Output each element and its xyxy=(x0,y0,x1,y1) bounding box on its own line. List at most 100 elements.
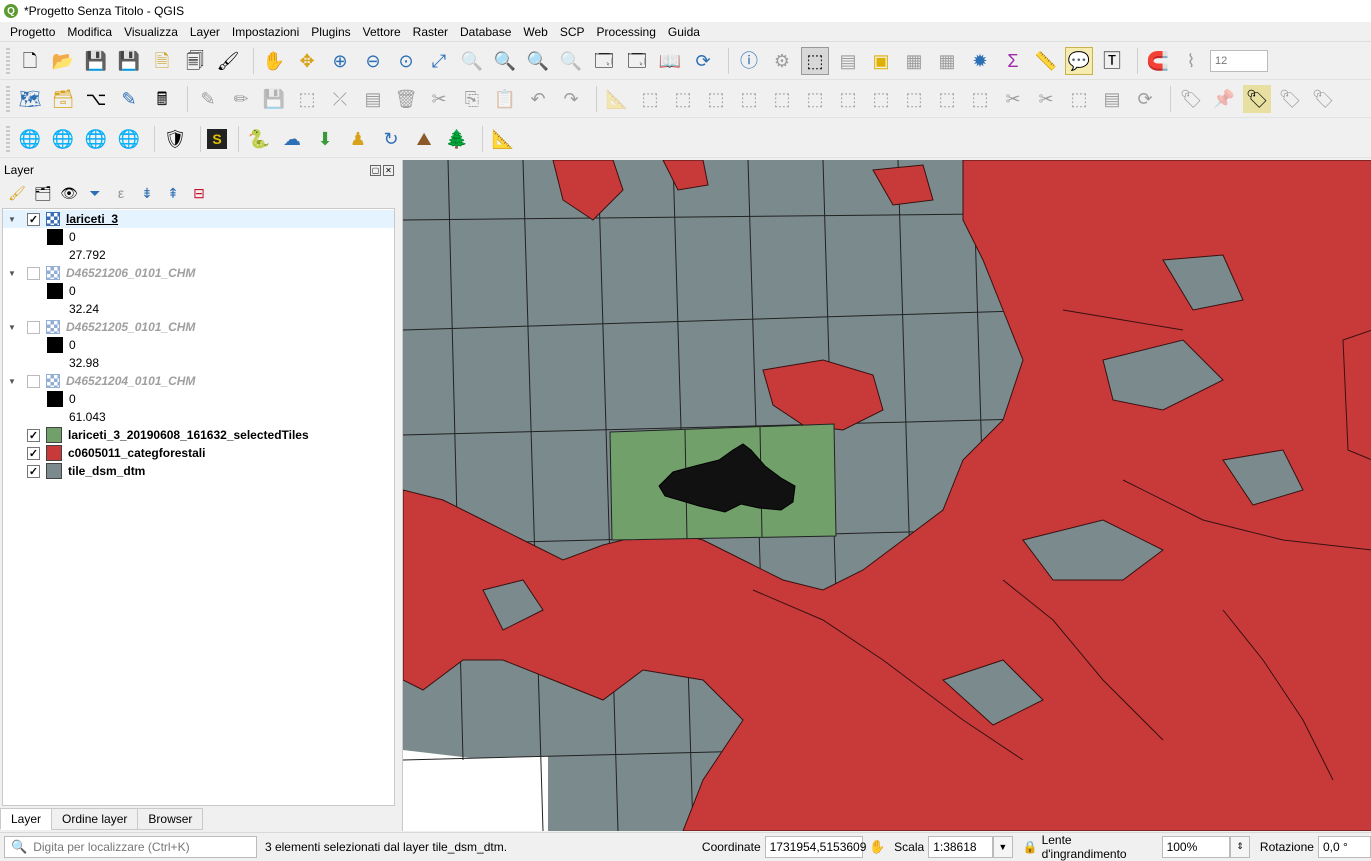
new-project-icon[interactable]: 🗋 xyxy=(16,47,44,75)
digitize-shape-icon[interactable]: 📐 xyxy=(603,85,631,113)
menu-vettore[interactable]: Vettore xyxy=(357,25,407,39)
save-edits-icon[interactable]: 💾 xyxy=(260,85,288,113)
scp-icon[interactable]: S xyxy=(207,128,227,149)
zoom-to-layer-icon[interactable]: 🔍 xyxy=(491,47,519,75)
magnifier-spin-icon[interactable]: ⇕ xyxy=(1230,835,1250,858)
layer-visibility-checkbox[interactable]: ✓ xyxy=(27,446,40,460)
pin-labels-icon[interactable]: 📌 xyxy=(1210,85,1238,113)
field-calculator-icon[interactable]: ▦ xyxy=(933,47,961,75)
temporal-controller-icon[interactable]: 🗔 xyxy=(623,47,651,75)
filter-legend-icon[interactable]: ⏷ xyxy=(84,182,106,204)
copy-features-icon[interactable]: ⎘ xyxy=(458,85,486,113)
add-ring-icon[interactable]: ⬚ xyxy=(735,85,763,113)
offset-curve-icon[interactable]: ⬚ xyxy=(933,85,961,113)
zoom-native-icon[interactable]: ⊙ xyxy=(392,47,420,75)
collapse-arrow-icon[interactable]: ▼ xyxy=(8,215,20,224)
extents-toggle-icon[interactable]: ✋ xyxy=(867,836,889,858)
paste-features-icon[interactable]: 📋 xyxy=(491,85,519,113)
new-layer-icon[interactable]: 🗃 xyxy=(49,85,77,113)
move-feature-icon[interactable]: ⬚ xyxy=(636,85,664,113)
add-group-icon[interactable]: 🗂 xyxy=(32,182,54,204)
menu-layer[interactable]: Layer xyxy=(184,25,226,39)
menu-processing[interactable]: Processing xyxy=(591,25,662,39)
menu-plugins[interactable]: Plugins xyxy=(305,25,356,39)
scale-dropdown-icon[interactable]: ▼ xyxy=(992,835,1013,858)
plugin-terrain-icon[interactable]: ⛰ xyxy=(410,125,438,153)
attribute-table-icon[interactable]: ▦ xyxy=(900,47,928,75)
zoom-in-icon[interactable]: ⊕ xyxy=(326,47,354,75)
add-vertex-layer-icon[interactable]: ⌥ xyxy=(82,85,110,113)
cut-features-icon[interactable]: ✂ xyxy=(425,85,453,113)
menu-database[interactable]: Database xyxy=(454,25,517,39)
layer-visibility-checkbox[interactable] xyxy=(27,374,40,388)
zoom-to-selection-icon[interactable]: 🔍 xyxy=(458,47,486,75)
plugin-ruler-icon[interactable]: 📐 xyxy=(489,125,517,153)
reshape-icon[interactable]: ⬚ xyxy=(900,85,928,113)
layer-visibility-checkbox[interactable]: ✓ xyxy=(27,212,40,226)
map-canvas[interactable] xyxy=(402,160,1371,831)
tab-browser[interactable]: Browser xyxy=(137,808,204,830)
layer-row-d46521206[interactable]: ▼ D46521206_0101_CHM xyxy=(3,264,394,282)
map-tips-icon[interactable]: 💬 xyxy=(1065,46,1093,75)
select-features-icon[interactable]: ⬚ xyxy=(801,46,829,75)
select-by-value-icon[interactable]: ▤ xyxy=(834,47,862,75)
layer-labeling-icon[interactable]: 🏷 xyxy=(1243,84,1271,113)
rotate-point-icon[interactable]: ⟳ xyxy=(1131,85,1159,113)
globe-green-icon[interactable]: 🌐 xyxy=(16,125,44,153)
collapse-all-icon[interactable]: ⇞ xyxy=(162,182,184,204)
manage-visibility-icon[interactable]: 👁 xyxy=(58,182,80,204)
rotation-field[interactable]: 0,0 ° xyxy=(1317,835,1371,858)
plugin-green-arrow-icon[interactable]: ⬇ xyxy=(311,125,339,153)
layer-row-selected-tiles[interactable]: ✓ lariceti_3_20190608_161632_selectedTil… xyxy=(3,426,394,444)
plugin-refresh-icon[interactable]: ↻ xyxy=(377,125,405,153)
gps-icon[interactable]: 🖩 xyxy=(148,85,176,113)
open-project-icon[interactable]: 📂 xyxy=(49,47,77,75)
menu-visualizza[interactable]: Visualizza xyxy=(118,25,184,39)
lock-icon[interactable]: 🔒 xyxy=(1023,840,1038,854)
pan-to-selection-icon[interactable]: ✥ xyxy=(293,47,321,75)
float-panel-icon[interactable]: ▢ xyxy=(370,164,381,176)
remove-layer-icon[interactable]: ⊟ xyxy=(188,182,210,204)
layer-row-d46521204[interactable]: ▼ D46521204_0101_CHM xyxy=(3,372,394,390)
collapse-arrow-icon[interactable]: ▼ xyxy=(8,269,20,278)
rotate-label-icon[interactable]: 🏷 xyxy=(1309,85,1337,113)
toggle-editing-icon[interactable]: ✏ xyxy=(227,85,255,113)
statistical-summary-icon[interactable]: Σ xyxy=(999,47,1027,75)
layer-row-tile-dsm-dtm[interactable]: ✓ tile_dsm_dtm xyxy=(3,462,394,480)
plugin-chm-icon[interactable]: 🌲 xyxy=(443,125,471,153)
delete-selected-icon[interactable]: 🗑 xyxy=(392,85,420,113)
locator-search[interactable]: 🔍 Digita per localizzare (Ctrl+K) xyxy=(4,835,257,858)
current-edits-icon[interactable]: ✎ xyxy=(194,85,222,113)
zoom-next-icon[interactable]: 🔍 xyxy=(557,47,585,75)
add-wms-layer-icon[interactable]: 🌐 xyxy=(49,125,77,153)
merge-features-icon[interactable]: ⬚ xyxy=(1065,85,1093,113)
add-feature-icon[interactable]: ⬚ xyxy=(293,85,321,113)
split-parts-icon[interactable]: ✂ xyxy=(1032,85,1060,113)
delete-part-icon[interactable]: ⬚ xyxy=(867,85,895,113)
simplify-feature-icon[interactable]: ⬚ xyxy=(702,85,730,113)
toolbar-grip[interactable] xyxy=(6,85,10,112)
menu-scp[interactable]: SCP xyxy=(554,25,591,39)
identify-features-icon[interactable]: ⓘ xyxy=(735,47,763,75)
processing-toolbox-icon[interactable]: ✹ xyxy=(966,47,994,75)
undo-icon[interactable]: ↶ xyxy=(524,85,552,113)
text-annotation-icon[interactable]: 🅃 xyxy=(1098,47,1126,75)
zoom-last-icon[interactable]: 🔍 xyxy=(524,47,552,75)
scale-field[interactable]: 1:38618 xyxy=(928,835,993,858)
add-xyz-layer-icon[interactable]: 🌐 xyxy=(115,125,143,153)
style-manager-icon[interactable]: 🖌 xyxy=(214,47,242,75)
rotate-feature-icon[interactable]: ⬚ xyxy=(669,85,697,113)
vertex-tool-icon[interactable]: ⤫ xyxy=(326,85,354,113)
layer-visibility-checkbox[interactable] xyxy=(27,266,40,280)
toolbar-grip[interactable] xyxy=(6,47,10,74)
menu-impostazioni[interactable]: Impostazioni xyxy=(226,25,305,39)
plugin-shield-icon[interactable]: 🛡 xyxy=(161,125,189,153)
modify-attributes-icon[interactable]: ▤ xyxy=(359,85,387,113)
digitize-pencil-icon[interactable]: ✎ xyxy=(115,85,143,113)
expand-all-icon[interactable]: ⇟ xyxy=(136,182,158,204)
add-layer-icon[interactable]: 🗺 xyxy=(16,85,44,113)
layer-visibility-checkbox[interactable] xyxy=(27,320,40,334)
layout-manager-icon[interactable]: 🗐 xyxy=(181,47,209,75)
layer-row-categforestali[interactable]: ✓ c0605011_categforestali xyxy=(3,444,394,462)
snapping-magnet-icon[interactable]: 🧲 xyxy=(1144,47,1172,75)
